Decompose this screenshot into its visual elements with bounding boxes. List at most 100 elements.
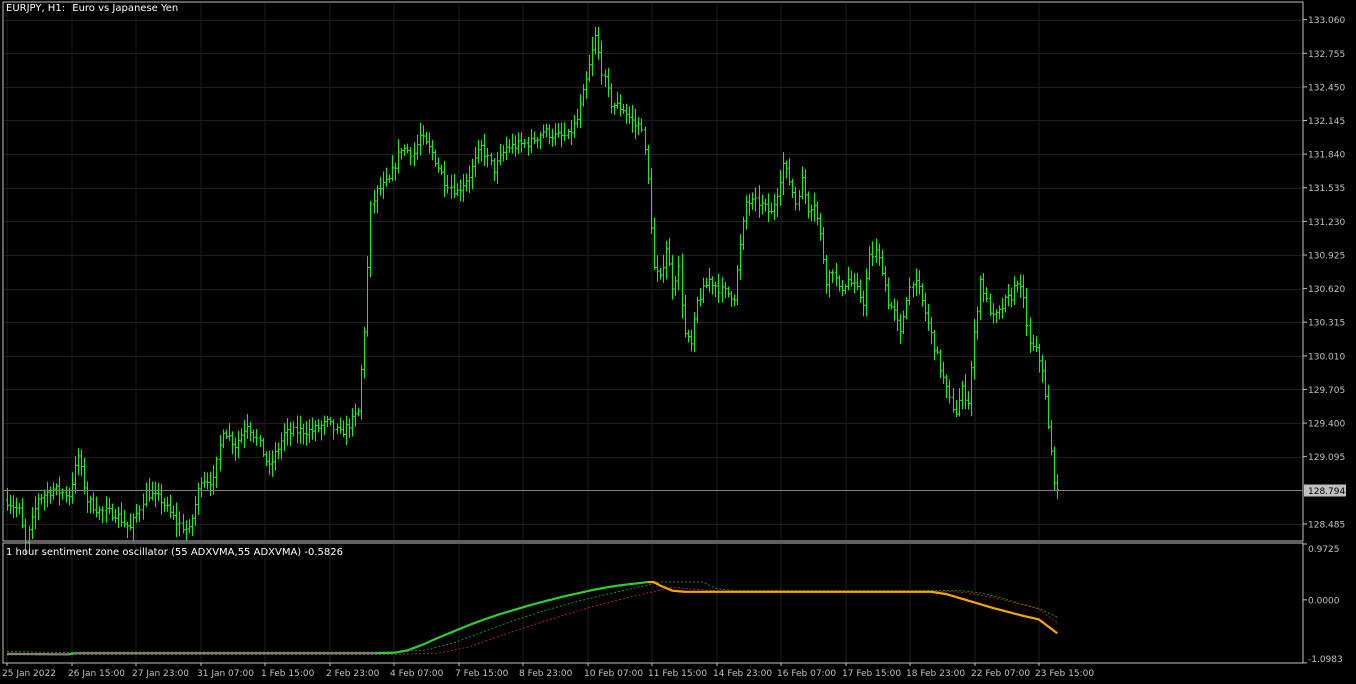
price-pane-border (2, 1, 1304, 542)
ohlc-bar (379, 177, 382, 196)
ohlc-bar (875, 238, 878, 264)
ohlc-bar (665, 240, 668, 280)
ohlc-bar (1019, 274, 1022, 298)
price-tick-label: 132.145 (1308, 117, 1345, 127)
ohlc-bar (597, 27, 600, 60)
indicator-pane-border (2, 542, 1304, 664)
chart-canvas[interactable]: 133.060 132.755 132.450 132.145 131.840 131.5… (0, 0, 1356, 684)
ohlc-bar (231, 431, 234, 455)
ohlc-bar (271, 450, 274, 477)
price-tick-label: 132.755 (1308, 50, 1345, 60)
ohlc-bar (724, 281, 727, 299)
ohlc-bar (416, 134, 419, 160)
ohlc-bar (129, 513, 132, 530)
ohlc-bar (616, 91, 619, 109)
ohlc-bar (573, 115, 576, 138)
ohlc-bar (739, 234, 742, 280)
time-tick-label: 8 Feb 23:00 (519, 669, 573, 679)
price-grid (4, 3, 1302, 662)
ohlc-bar (357, 407, 360, 417)
ohlc-bar (699, 287, 702, 307)
ohlc-bar (989, 293, 992, 317)
ohlc-bar (770, 202, 773, 214)
ohlc-bar (450, 174, 453, 199)
ohlc-bar (659, 268, 662, 280)
ohlc-bar (927, 303, 930, 331)
time-tick-label: 2 Feb 23:00 (326, 669, 380, 679)
oscillator-main-line (6, 652, 69, 656)
ohlc-bar (533, 131, 536, 145)
oscillator-tick-label: 0.0000 (1308, 596, 1340, 606)
ohlc-bar (255, 429, 258, 446)
ohlc-bar (570, 119, 573, 145)
ohlc-bar (607, 68, 610, 98)
ohlc-bar (517, 132, 520, 154)
ohlc-bar (74, 456, 77, 494)
price-tick-label: 132.450 (1308, 83, 1345, 93)
time-tick-label: 26 Jan 15:00 (68, 669, 125, 679)
ohlc-bar (55, 483, 58, 496)
time-axis: 25 Jan 2022 26 Jan 15:00 27 Jan 23:00 31 Ja… (2, 663, 1094, 679)
ohlc-bar (166, 496, 169, 512)
ohlc-bar (360, 364, 363, 420)
price-tick-label: 131.840 (1308, 151, 1345, 161)
price-tick-label: 130.925 (1308, 251, 1345, 261)
ohlc-bar (277, 442, 280, 460)
ohlc-bar (336, 423, 339, 435)
mt-chart-window[interactable]: 133.060 132.755 132.450 132.145 131.840 131.5… (0, 0, 1356, 684)
ohlc-bar (761, 194, 764, 215)
ohlc-bar (65, 486, 68, 503)
current-price-label: 128.794 (1308, 487, 1345, 497)
ohlc-bar (955, 399, 958, 418)
ohlc-bar (317, 418, 320, 433)
ohlc-bar (942, 361, 945, 384)
ohlc-bar (773, 194, 776, 221)
ohlc-bar (693, 311, 696, 353)
ohlc-bar (822, 227, 825, 264)
ohlc-bar (881, 249, 884, 276)
ohlc-bar (594, 27, 597, 55)
ohlc-bar (49, 486, 52, 504)
ohlc-bar (548, 124, 551, 145)
ohlc-bar (382, 171, 385, 200)
ohlc-bar (890, 301, 893, 310)
ohlc-bar (385, 167, 388, 187)
ohlc-bar (967, 391, 970, 410)
ohlc-bar (634, 108, 637, 139)
ohlc-bar (751, 192, 754, 210)
ohlc-bar (105, 496, 108, 523)
ohlc-bar (567, 128, 570, 140)
ohlc-bar (865, 268, 868, 317)
ohlc-bar (952, 388, 955, 413)
ohlc-bar (825, 254, 828, 294)
price-bars[interactable] (4, 27, 1303, 555)
ohlc-bar (154, 481, 157, 507)
ohlc-bar (477, 139, 480, 164)
ohlc-bar (363, 327, 366, 379)
ohlc-bar (505, 136, 508, 161)
ohlc-bar (400, 147, 403, 160)
ohlc-bar (493, 158, 496, 182)
time-tick-label: 18 Feb 23:00 (906, 669, 965, 679)
ohlc-bar (419, 122, 422, 156)
ohlc-bar (252, 429, 255, 443)
oscillator-lines[interactable] (6, 580, 1058, 656)
time-tick-label: 16 Feb 07:00 (777, 669, 836, 679)
ohlc-bar (185, 520, 188, 541)
ohlc-bar (801, 166, 804, 200)
ohlc-bar (905, 297, 908, 320)
ohlc-bar (1053, 446, 1056, 491)
ohlc-bar (831, 269, 834, 284)
ohlc-bar (1004, 294, 1007, 313)
ohlc-bar (305, 421, 308, 446)
time-tick-label: 7 Feb 15:00 (455, 669, 509, 679)
ohlc-bar (132, 513, 135, 541)
ohlc-bar (114, 508, 117, 524)
ohlc-bar (311, 417, 314, 440)
ohlc-bar (970, 360, 973, 417)
ohlc-bar (862, 290, 865, 317)
ohlc-bar (1013, 276, 1016, 306)
ohlc-bar (871, 241, 874, 267)
ohlc-bar (687, 329, 690, 343)
ohlc-bar (653, 217, 656, 270)
